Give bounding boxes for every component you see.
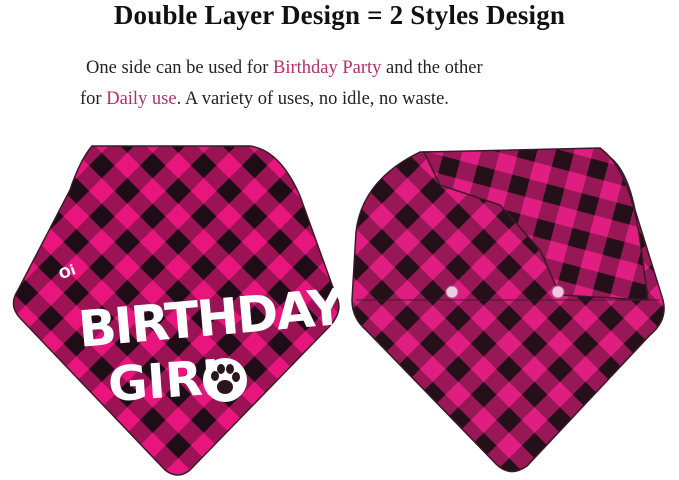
bandana-illustration: BIRTHDAY GIRL Oi [12, 145, 665, 476]
right-bandana [351, 147, 665, 473]
snap-button-right [551, 285, 565, 299]
paw-print-icon [203, 358, 247, 402]
snap-button-left [445, 285, 459, 299]
left-bandana: BIRTHDAY GIRL Oi [12, 145, 347, 476]
